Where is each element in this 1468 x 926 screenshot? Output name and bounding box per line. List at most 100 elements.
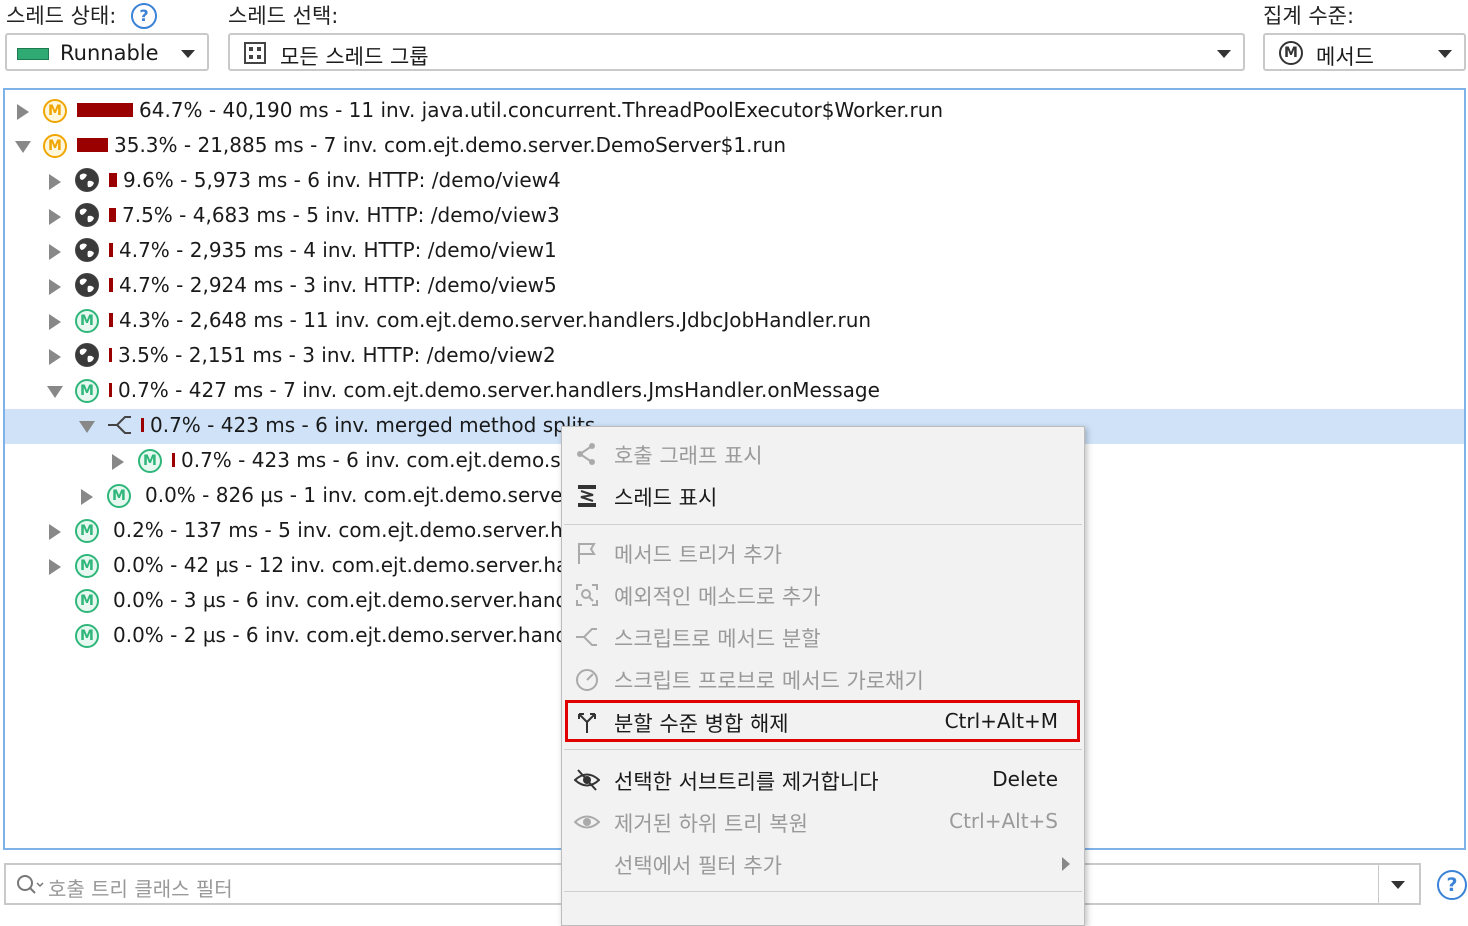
method-icon: M [43, 99, 67, 123]
expand-toggle-icon[interactable] [49, 314, 61, 330]
help-icon[interactable]: ? [1437, 870, 1467, 900]
split-icon [574, 624, 600, 650]
thread-select-combo[interactable]: 모든 스레드 그룹 [228, 33, 1245, 71]
tree-row[interactable]: M 64.7% - 40,190 ms - 11 inv. java.util.c… [5, 94, 1464, 129]
collapse-toggle-icon[interactable] [79, 421, 95, 433]
tree-row-label: 0.0% - 42 µs - 12 inv. com.ejt.demo.serv… [113, 553, 581, 577]
method-icon: M [75, 379, 99, 403]
menu-item-split-method-script[interactable]: 스크립트로 메서드 분할 [562, 616, 1084, 656]
globe-icon [75, 273, 99, 297]
tree-row-label: 0.7% - 423 ms - 6 inv. com.ejt.demo.ser [181, 448, 582, 472]
percentage-bar [109, 278, 113, 292]
expand-toggle-icon[interactable] [17, 104, 29, 120]
call-graph-icon [574, 441, 600, 467]
aggregation-label: 집계 수준: [1263, 4, 1355, 28]
menu-item-show-threads[interactable]: 스레드 표시 [562, 475, 1084, 515]
thread-spool-icon [574, 483, 600, 509]
expand-toggle-icon[interactable] [49, 559, 61, 575]
expand-toggle-icon[interactable] [49, 174, 61, 190]
tree-row-label: 4.3% - 2,648 ms - 11 inv. com.ejt.demo.s… [119, 308, 872, 332]
percentage-bar [172, 453, 175, 467]
tree-row-label: 0.7% - 427 ms - 7 inv. com.ejt.demo.serv… [118, 378, 880, 402]
tree-row-label: 0.7% - 423 ms - 6 inv. merged method spl… [150, 413, 596, 437]
percentage-bar [109, 348, 112, 362]
expand-toggle-icon[interactable] [49, 209, 61, 225]
filter-history-dropdown[interactable] [1378, 865, 1419, 903]
method-icon: M [75, 554, 99, 578]
method-icon: M [107, 484, 131, 508]
chevron-down-icon [1391, 881, 1405, 889]
tree-row-label: 3.5% - 2,151 ms - 3 inv. HTTP: /demo/vie… [118, 343, 556, 367]
thread-group-icon [244, 42, 266, 68]
tree-row[interactable]: M 0.7% - 427 ms - 7 inv. com.ejt.demo.ser… [5, 374, 1464, 409]
collapse-toggle-icon[interactable] [15, 141, 31, 153]
percentage-bar [77, 103, 133, 117]
tree-row-label: 0.0% - 2 µs - 6 inv. com.ejt.demo.server… [113, 623, 587, 647]
tree-row-label: 0.2% - 137 ms - 5 inv. com.ejt.demo.serv… [113, 518, 588, 542]
chevron-down-icon [1438, 50, 1452, 58]
tree-row[interactable]: 9.6% - 5,973 ms - 6 inv. HTTP: /demo/vie… [5, 164, 1464, 199]
tree-row[interactable]: 3.5% - 2,151 ms - 3 inv. HTTP: /demo/vie… [5, 339, 1464, 374]
method-icon: M [43, 134, 67, 158]
thread-state-select[interactable]: Runnable [5, 33, 209, 71]
context-menu: 호출 그래프 표시 스레드 표시 메서드 트리거 추가 예외적인 메소드로 추가… [561, 426, 1085, 926]
method-icon: M [75, 519, 99, 543]
tree-row[interactable]: M 4.3% - 2,648 ms - 11 inv. com.ejt.demo.… [5, 304, 1464, 339]
aggregation-select[interactable]: M 메서드 [1263, 33, 1466, 71]
flag-icon [574, 540, 600, 566]
expand-toggle-icon[interactable] [81, 489, 93, 505]
thread-state-label: 스레드 상태: [6, 4, 117, 28]
split-icon [107, 414, 131, 434]
chevron-down-icon [181, 50, 195, 58]
eye-slash-icon [573, 767, 601, 793]
runnable-color-swatch [17, 48, 49, 60]
chevron-down-icon [1217, 50, 1231, 58]
tree-row-label: 7.5% - 4,683 ms - 5 inv. HTTP: /demo/vie… [122, 203, 560, 227]
method-icon: M [75, 624, 99, 648]
percentage-bar [109, 173, 117, 187]
tree-row-label: 0.0% - 3 µs - 6 inv. com.ejt.demo.server… [113, 588, 587, 612]
globe-icon [75, 203, 99, 227]
expand-toggle-icon[interactable] [49, 244, 61, 260]
percentage-bar [77, 138, 108, 152]
expand-toggle-icon[interactable] [112, 454, 124, 470]
menu-item-remove-subtree[interactable]: 선택한 서브트리를 제거합니다 Delete [562, 759, 1084, 799]
tree-row-label: 4.7% - 2,935 ms - 4 inv. HTTP: /demo/vie… [119, 238, 557, 262]
tree-row-label: 4.7% - 2,924 ms - 3 inv. HTTP: /demo/vie… [119, 273, 557, 297]
menu-item-intercept-script-probe[interactable]: 스크립트 프로브로 메서드 가로채기 [562, 658, 1084, 698]
menu-item-show-call-graph[interactable]: 호출 그래프 표시 [562, 433, 1084, 473]
eye-icon [573, 809, 601, 835]
expand-toggle-icon[interactable] [49, 279, 61, 295]
method-icon: M [138, 449, 162, 473]
tree-row-label: 9.6% - 5,973 ms - 6 inv. HTTP: /demo/vie… [123, 168, 561, 192]
tree-row[interactable]: 7.5% - 4,683 ms - 5 inv. HTTP: /demo/vie… [5, 199, 1464, 234]
gauge-icon [574, 666, 600, 692]
menu-item-restore-subtrees[interactable]: 제거된 하위 트리 복원 Ctrl+Alt+S [562, 801, 1084, 841]
tree-row[interactable]: 4.7% - 2,924 ms - 3 inv. HTTP: /demo/vie… [5, 269, 1464, 304]
globe-icon [75, 168, 99, 192]
aggregation-value: 메서드 [1316, 45, 1374, 69]
thread-state-value: Runnable [60, 41, 159, 65]
tree-row[interactable]: M 35.3% - 21,885 ms - 7 inv. com.ejt.demo… [5, 129, 1464, 164]
method-icon: M [1279, 41, 1303, 65]
tree-row-label: 0.0% - 826 µs - 1 inv. com.ejt.demo.serv… [145, 483, 576, 507]
help-icon[interactable]: ? [131, 3, 157, 29]
tree-row-label: 35.3% - 21,885 ms - 7 inv. com.ejt.demo.… [114, 133, 787, 157]
percentage-bar [109, 313, 113, 327]
method-icon: M [75, 309, 99, 333]
expand-toggle-icon[interactable] [49, 524, 61, 540]
thread-select-value: 모든 스레드 그룹 [280, 45, 429, 69]
menu-item-add-exceptional-method[interactable]: 예외적인 메소드로 추가 [562, 574, 1084, 614]
globe-icon [75, 343, 99, 367]
method-icon: M [75, 589, 99, 613]
expand-toggle-icon[interactable] [49, 349, 61, 365]
collapse-toggle-icon[interactable] [47, 386, 63, 398]
tree-row[interactable]: 4.7% - 2,935 ms - 4 inv. HTTP: /demo/vie… [5, 234, 1464, 269]
percentage-bar [109, 208, 116, 222]
globe-icon [75, 238, 99, 262]
tree-row-label: 64.7% - 40,190 ms - 11 inv. java.util.co… [139, 98, 944, 122]
menu-item-add-method-trigger[interactable]: 메서드 트리거 추가 [562, 532, 1084, 572]
thread-select-label: 스레드 선택: [228, 4, 339, 28]
menu-item-add-filter-from-selection[interactable]: 선택에서 필터 추가 [562, 843, 1084, 883]
chevron-right-icon [1062, 857, 1070, 871]
